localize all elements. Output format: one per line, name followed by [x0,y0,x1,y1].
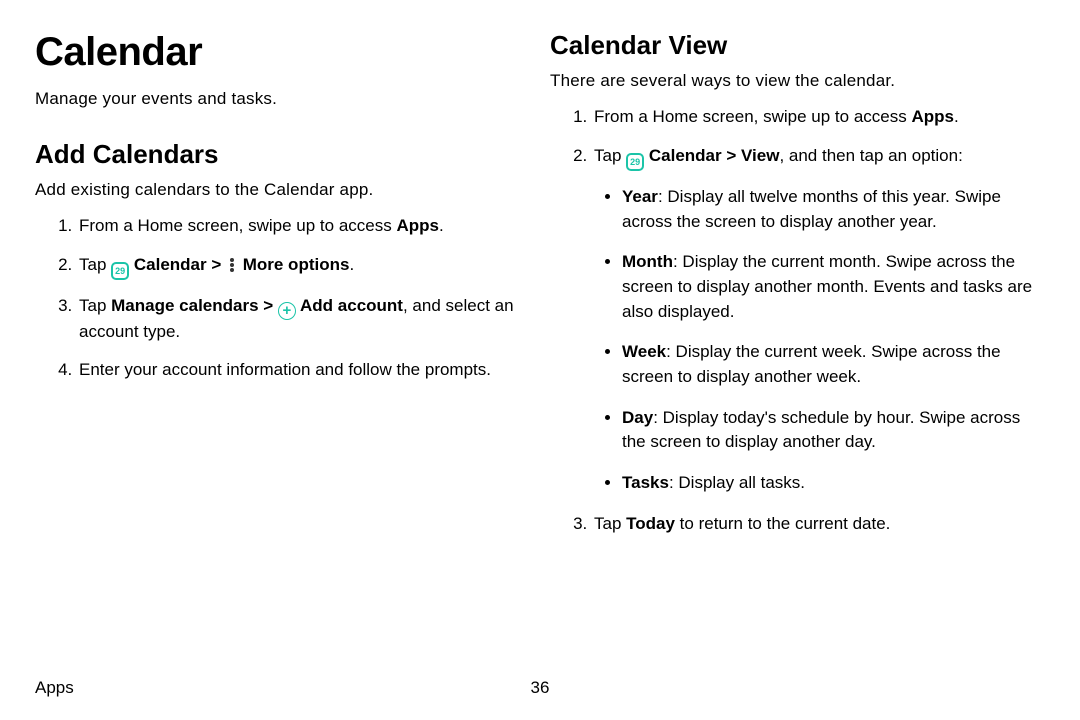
separator: > [207,255,226,274]
step-2: Tap 29 Calendar > More options. [77,253,520,281]
text: : Display the current month. Swipe acros… [622,252,1032,320]
option-year: Year: Display all twelve months of this … [622,185,1045,234]
calendar-view-steps: From a Home screen, swipe up to access A… [550,105,1045,536]
view-options-list: Year: Display all twelve months of this … [594,185,1045,495]
option-tasks: Tasks: Display all tasks. [622,471,1045,496]
step-1: From a Home screen, swipe up to access A… [77,214,520,239]
page-number: 36 [531,678,550,698]
text: Tap [79,296,111,315]
bold-manage-calendars: Manage calendars [111,296,258,315]
calendar-icon: 29 [111,262,129,280]
option-week: Week: Display the current week. Swipe ac… [622,340,1045,389]
manual-page: Calendar Manage your events and tasks. A… [0,0,1080,720]
option-day: Day: Display today's schedule by hour. S… [622,406,1045,455]
bold-add-account: Add account [296,296,403,315]
bold-today: Today [626,514,675,533]
text: . [349,255,354,274]
section-heading-calendar-view: Calendar View [550,30,1045,61]
label: Year [622,187,658,206]
text: . [954,107,959,126]
section-heading-add-calendars: Add Calendars [35,139,520,170]
section-desc: There are several ways to view the calen… [550,71,1045,91]
bold-apps: Apps [396,216,439,235]
step-2: Tap 29 Calendar > View, and then tap an … [592,144,1045,496]
label: Day [622,408,653,427]
bold-calendar: Calendar [129,255,206,274]
page-subtitle: Manage your events and tasks. [35,89,520,109]
text: to return to the current date. [675,514,890,533]
bold-view: View [741,146,779,165]
calendar-icon: 29 [626,153,644,171]
left-column: Calendar Manage your events and tasks. A… [35,30,540,700]
text: Tap [594,146,626,165]
bold-apps: Apps [911,107,954,126]
bold-more-options: More options [238,255,349,274]
option-month: Month: Display the current month. Swipe … [622,250,1045,324]
text: : Display today's schedule by hour. Swip… [622,408,1020,452]
step-3: Tap Today to return to the current date. [592,512,1045,537]
page-footer: Apps 36 [35,678,1045,698]
step-3: Tap Manage calendars > + Add account, an… [77,294,520,344]
text: : Display all twelve months of this year… [622,187,1001,231]
text: : Display all tasks. [669,473,805,492]
text: Tap [79,255,111,274]
text: Tap [594,514,626,533]
label: Tasks [622,473,669,492]
section-desc: Add existing calendars to the Calendar a… [35,180,520,200]
step-4: Enter your account information and follo… [77,358,520,383]
text: . [439,216,444,235]
page-title: Calendar [35,30,520,75]
step-1: From a Home screen, swipe up to access A… [592,105,1045,130]
label: Month [622,252,673,271]
more-options-icon [226,257,238,273]
separator: > [722,146,741,165]
footer-section-label: Apps [35,678,74,697]
separator: > [259,296,278,315]
text: , and then tap an option: [779,146,962,165]
plus-icon: + [278,302,296,320]
add-calendars-steps: From a Home screen, swipe up to access A… [35,214,520,383]
bold-calendar: Calendar [644,146,721,165]
text: : Display the current week. Swipe across… [622,342,1001,386]
right-column: Calendar View There are several ways to … [540,30,1045,700]
label: Week [622,342,666,361]
text: From a Home screen, swipe up to access [594,107,911,126]
text: From a Home screen, swipe up to access [79,216,396,235]
